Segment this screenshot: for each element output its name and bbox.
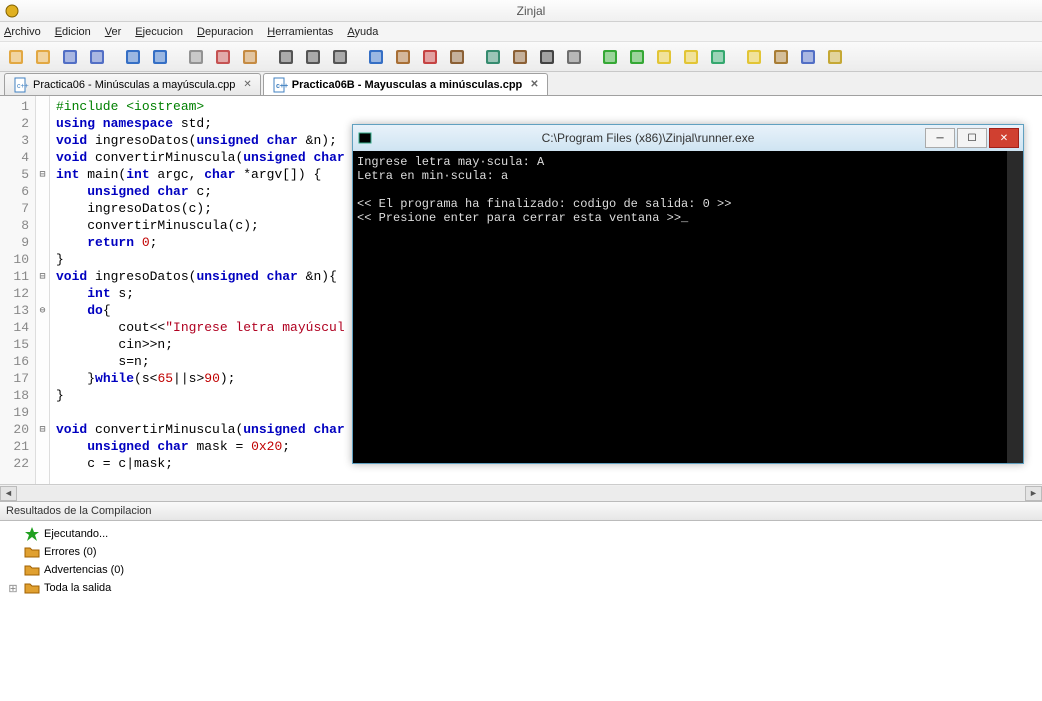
toolbar xyxy=(0,42,1042,72)
copy-button[interactable] xyxy=(184,45,208,69)
tab-label: Practica06 - Minúsculas a mayúscula.cpp xyxy=(33,79,235,91)
console-v-scrollbar[interactable] xyxy=(1007,151,1023,463)
tree-expander[interactable]: ⊞ xyxy=(6,582,20,595)
tab-0[interactable]: c++ Practica06 - Minúsculas a mayúscula.c… xyxy=(4,73,261,95)
save-file-button[interactable] xyxy=(58,45,82,69)
tree-expander[interactable] xyxy=(6,546,20,558)
menu-ver[interactable]: Ver xyxy=(105,26,122,38)
cpp-file-icon: c++ xyxy=(13,77,29,93)
window-title: Zinjal xyxy=(24,4,1038,18)
menu-ejecucion[interactable]: Ejecucion xyxy=(135,26,183,38)
play-button[interactable] xyxy=(652,45,676,69)
tab-label: Practica06B - Mayusculas a minúsculas.cp… xyxy=(292,79,523,91)
redo-button[interactable] xyxy=(148,45,172,69)
tree-expander[interactable] xyxy=(6,528,20,540)
config-button[interactable] xyxy=(562,45,586,69)
debug-button[interactable] xyxy=(391,45,415,69)
bug-button[interactable] xyxy=(706,45,730,69)
cpp-file-icon: c++ xyxy=(272,77,288,93)
maximize-button[interactable]: ☐ xyxy=(957,128,987,148)
tree-expander[interactable] xyxy=(6,564,20,576)
step-button[interactable] xyxy=(445,45,469,69)
cut-button[interactable] xyxy=(211,45,235,69)
fold-gutter[interactable]: ⊟ ⊟ ⊖ ⊟ xyxy=(36,96,50,484)
tree-label: Advertencias (0) xyxy=(44,564,124,576)
mark-button[interactable] xyxy=(679,45,703,69)
mail-button[interactable] xyxy=(823,45,847,69)
tree-label: Ejecutando... xyxy=(44,528,108,540)
menu-archivo[interactable]: Archivo xyxy=(4,26,41,38)
window-titlebar: Zinjal xyxy=(0,0,1042,22)
tree-label: Errores (0) xyxy=(44,546,97,558)
menu-ayuda[interactable]: Ayuda xyxy=(347,26,378,38)
console-window[interactable]: C:\Program Files (x86)\Zinjal\runner.exe… xyxy=(352,124,1024,464)
line-number-gutter: 12345678910111213141516171819202122 xyxy=(0,96,36,484)
replace-button[interactable] xyxy=(301,45,325,69)
compile-item[interactable]: ⊞ Toda la salida xyxy=(6,579,1036,597)
run-green-button[interactable] xyxy=(598,45,622,69)
mark2-button[interactable] xyxy=(769,45,793,69)
app-icon xyxy=(4,3,20,19)
folder-icon xyxy=(24,562,40,578)
menu-herramientas[interactable]: Herramientas xyxy=(267,26,333,38)
tree-label: Toda la salida xyxy=(44,582,111,594)
help-button[interactable] xyxy=(796,45,820,69)
books-button[interactable] xyxy=(508,45,532,69)
folder-icon xyxy=(24,544,40,560)
new-file-button[interactable] xyxy=(4,45,28,69)
stop-green-button[interactable] xyxy=(625,45,649,69)
mark1-button[interactable] xyxy=(742,45,766,69)
compile-panel: Ejecutando... Errores (0) Advertencias (… xyxy=(0,521,1042,701)
breakpoint-button[interactable] xyxy=(418,45,442,69)
compile-button[interactable] xyxy=(364,45,388,69)
svg-text:c++: c++ xyxy=(276,83,288,90)
console-title: C:\Program Files (x86)\Zinjal\runner.exe xyxy=(373,131,923,145)
find-button[interactable] xyxy=(274,45,298,69)
undo-button[interactable] xyxy=(121,45,145,69)
svg-text:c++: c++ xyxy=(17,83,29,90)
menu-depuracion[interactable]: Depuracion xyxy=(197,26,253,38)
tab-bar: c++ Practica06 - Minúsculas a mayúscula.c… xyxy=(0,72,1042,96)
menubar: Archivo Edicion Ver Ejecucion Depuracion Herr… xyxy=(0,22,1042,42)
compile-panel-title: Resultados de la Compilacion xyxy=(0,501,1042,521)
editor-h-scrollbar[interactable]: ◄ ► xyxy=(0,484,1042,501)
close-button[interactable]: ✕ xyxy=(989,128,1019,148)
console-titlebar[interactable]: C:\Program Files (x86)\Zinjal\runner.exe… xyxy=(353,125,1023,151)
compile-item[interactable]: Ejecutando... xyxy=(6,525,1036,543)
find-next-button[interactable] xyxy=(328,45,352,69)
paste-button[interactable] xyxy=(238,45,262,69)
minimize-button[interactable]: ─ xyxy=(925,128,955,148)
tab-close-icon[interactable]: ✕ xyxy=(530,79,538,90)
menu-edicion[interactable]: Edicion xyxy=(55,26,91,38)
scroll-track[interactable] xyxy=(17,486,1025,501)
scroll-right-arrow[interactable]: ► xyxy=(1025,486,1042,501)
compile-item[interactable]: Advertencias (0) xyxy=(6,561,1036,579)
save-all-button[interactable] xyxy=(85,45,109,69)
run-config-button[interactable] xyxy=(481,45,505,69)
terminal-button[interactable] xyxy=(535,45,559,69)
tab-close-icon[interactable]: ✕ xyxy=(243,79,251,90)
tab-1[interactable]: c++ Practica06B - Mayusculas a minúsculas… xyxy=(263,73,548,95)
scroll-left-arrow[interactable]: ◄ xyxy=(0,486,17,501)
compile-item[interactable]: Errores (0) xyxy=(6,543,1036,561)
folder-icon xyxy=(24,580,40,596)
console-output[interactable]: Ingrese letra may·scula: A Letra en min·… xyxy=(353,151,1023,463)
console-icon xyxy=(357,130,373,146)
open-file-button[interactable] xyxy=(31,45,55,69)
star-icon xyxy=(24,526,40,542)
